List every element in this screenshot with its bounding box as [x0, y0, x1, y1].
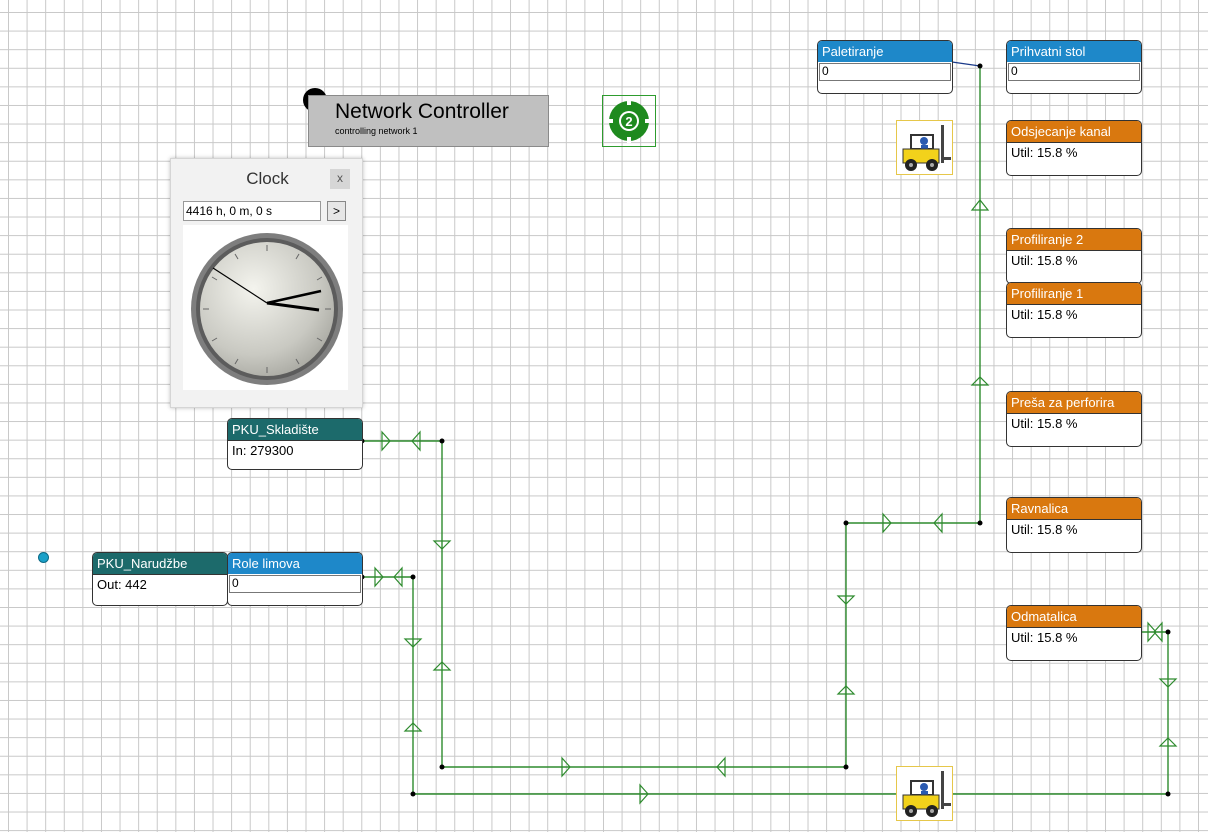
node-prihvatni-stol-header: Prihvatni stol: [1007, 41, 1141, 62]
node-paletiranje-value: 0: [819, 63, 951, 81]
forklift-bottom[interactable]: [896, 766, 953, 821]
node-pku-skladiste-header: PKU_Skladište: [228, 419, 362, 440]
node-pku-narudzbe[interactable]: PKU_Narudžbe Out: 442: [92, 552, 228, 606]
node-presa-za-perforira[interactable]: Preša za perforira Util: 15.8 %: [1006, 391, 1142, 447]
clock-face: [183, 225, 348, 390]
node-profiliranje-1-header: Profiliranje 1: [1007, 283, 1141, 304]
node-profiliranje-1[interactable]: Profiliranje 1 Util: 15.8 %: [1006, 282, 1142, 338]
network-node-icon: 2: [607, 99, 651, 143]
network-controller-title: Network Controller: [335, 100, 509, 123]
node-pku-narudzbe-header: PKU_Narudžbe: [93, 553, 227, 574]
network-node-badge[interactable]: 2: [602, 95, 656, 147]
node-odmatalica-header: Odmatalica: [1007, 606, 1141, 627]
node-prihvatni-stol[interactable]: Prihvatni stol 0: [1006, 40, 1142, 94]
node-presa-za-perforira-value: Util: 15.8 %: [1007, 413, 1141, 436]
network-controller[interactable]: Network Controller controlling network 1: [308, 95, 549, 147]
node-odsjecanje-kanal-value: Util: 15.8 %: [1007, 142, 1141, 165]
clock-go-button[interactable]: >: [327, 201, 346, 221]
node-pku-skladiste[interactable]: PKU_Skladište In: 279300: [227, 418, 363, 470]
clock-window[interactable]: Clock x 4416 h, 0 m, 0 s >: [170, 158, 363, 408]
node-paletiranje-header: Paletiranje: [818, 41, 952, 62]
node-ravnalica-header: Ravnalica: [1007, 498, 1141, 519]
node-presa-za-perforira-header: Preša za perforira: [1007, 392, 1141, 413]
node-profiliranje-2-value: Util: 15.8 %: [1007, 250, 1141, 273]
node-role-limova-header: Role limova: [228, 553, 362, 574]
node-ravnalica[interactable]: Ravnalica Util: 15.8 %: [1006, 497, 1142, 553]
node-profiliranje-2[interactable]: Profiliranje 2 Util: 15.8 %: [1006, 228, 1142, 284]
clock-close-button[interactable]: x: [330, 169, 350, 189]
node-odmatalica[interactable]: Odmatalica Util: 15.8 %: [1006, 605, 1142, 661]
network-controller-subtitle: controlling network 1: [335, 126, 418, 136]
node-paletiranje[interactable]: Paletiranje 0: [817, 40, 953, 94]
node-role-limova[interactable]: Role limova 0: [227, 552, 363, 606]
node-profiliranje-2-header: Profiliranje 2: [1007, 229, 1141, 250]
node-pku-skladiste-value: In: 279300: [228, 440, 362, 463]
source-point[interactable]: [38, 552, 49, 563]
forklift-top[interactable]: [896, 120, 953, 175]
node-odsjecanje-kanal-header: Odsjecanje kanal: [1007, 121, 1141, 142]
clock-time-field[interactable]: 4416 h, 0 m, 0 s: [183, 201, 321, 221]
forklift-icon: [902, 771, 951, 817]
node-prihvatni-stol-value: 0: [1008, 63, 1140, 81]
node-ravnalica-value: Util: 15.8 %: [1007, 519, 1141, 542]
node-odmatalica-value: Util: 15.8 %: [1007, 627, 1141, 650]
node-role-limova-value: 0: [229, 575, 361, 593]
network-node-number: 2: [625, 114, 632, 129]
node-pku-narudzbe-value: Out: 442: [93, 574, 227, 597]
node-odsjecanje-kanal[interactable]: Odsjecanje kanal Util: 15.8 %: [1006, 120, 1142, 176]
node-profiliranje-1-value: Util: 15.8 %: [1007, 304, 1141, 327]
forklift-icon: [902, 125, 951, 171]
